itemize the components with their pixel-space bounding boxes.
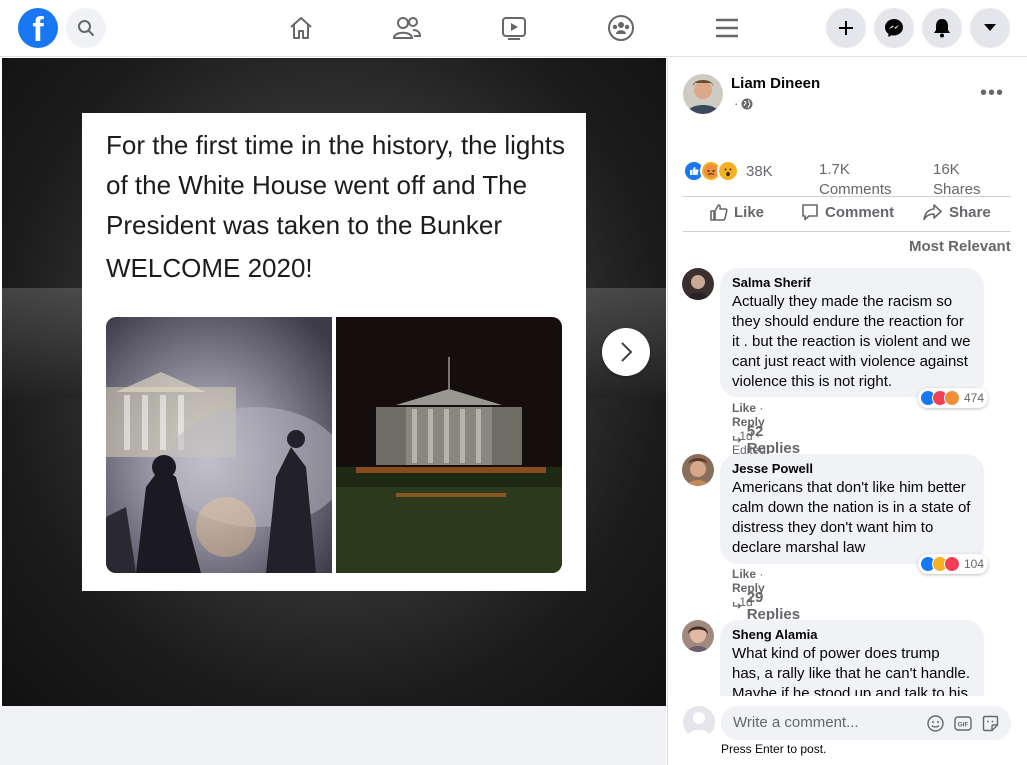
reply-arrow-icon [732,436,742,443]
avatar[interactable] [683,74,723,114]
nav-menu[interactable] [711,12,743,44]
post-image[interactable]: For the first time in the history, the l… [82,113,586,591]
nav-friends[interactable] [391,12,423,44]
commenter-name[interactable]: Sheng Alamia [732,627,972,642]
comment-bubble: Sheng Alamia What kind of power does tru… [720,620,984,696]
comment-item: Sheng Alamia What kind of power does tru… [682,620,1002,696]
comment-composer: Write a comment... GIF [683,706,1011,740]
messenger-button[interactable] [874,8,914,48]
home-icon [290,17,312,39]
thumbs-up-icon [710,204,728,221]
wow-reaction-icon [717,160,739,182]
account-dropdown-icon [984,24,996,31]
angry-reaction-icon [944,390,960,406]
reaction-count: 38K [746,162,773,180]
notifications-button[interactable] [922,8,962,48]
comment-placeholder: Write a comment... [733,714,859,731]
facebook-logo[interactable]: f [18,8,58,48]
image-welcome-text: WELCOME 2020! [106,253,313,283]
menu-icon [716,18,738,38]
more-options-icon[interactable]: ••• [980,82,1004,105]
search-button[interactable] [66,8,106,48]
comment-bubble: Jesse Powell Americans that don't like h… [720,454,984,564]
reaction-count: 104 [964,557,985,571]
comment-like-link[interactable]: Like [732,567,756,581]
comments-count[interactable]: 1.7K Comments [819,160,899,200]
post-meta-separator: · [734,96,739,111]
like-button[interactable]: Like [710,203,764,221]
white-house-smoke-photo [106,317,332,573]
viewer-footer [0,706,666,765]
commenter-name[interactable]: Jesse Powell [732,461,972,476]
nav-groups[interactable] [605,12,637,44]
next-photo-button[interactable] [602,328,650,376]
replies-label: 29 Replies [746,589,801,623]
watch-icon [502,17,526,40]
comment-bubble: Salma Sherif Actually they made the raci… [720,268,984,397]
comment-text: Americans that don't like him better cal… [732,479,971,556]
author-name[interactable]: Liam Dineen [731,75,820,92]
share-icon [923,204,942,221]
composer-hint: Press Enter to post. [721,742,827,756]
avatar [683,706,715,738]
create-button[interactable] [826,8,866,48]
comment-like-link[interactable]: Like [732,401,756,415]
view-replies-button[interactable]: 29 Replies [732,589,803,623]
comment-label: Comment [825,203,895,221]
search-icon [78,20,94,36]
reaction-summary[interactable]: 38K [683,160,773,182]
comment-sort-dropdown[interactable]: Most Relevant [909,238,1011,255]
post-meta: · [734,96,753,111]
comment-input[interactable]: Write a comment... GIF [721,706,1011,740]
comment-icon [802,204,818,221]
chevron-right-icon [621,342,633,362]
comment-text: What kind of power does trump has, a ral… [732,645,971,696]
composer-icons: GIF [927,715,999,732]
share-button[interactable]: Share [923,203,991,221]
account-button[interactable] [970,8,1010,48]
comment-reactions[interactable]: 104 [918,554,989,574]
gif-icon[interactable]: GIF [954,715,972,732]
post-actions: Like Comment Share [683,196,1011,232]
like-label: Like [734,203,765,221]
notifications-icon [934,19,950,38]
shares-count[interactable]: 16K Shares [933,160,993,200]
share-label: Share [949,203,991,221]
globe-icon [741,98,753,109]
nav-home[interactable] [285,12,317,44]
nav-watch[interactable] [498,12,530,44]
view-replies-button[interactable]: 52 Replies [732,423,803,457]
groups-icon [608,15,634,41]
avatar[interactable] [682,268,714,300]
top-navigation-bar: f [0,0,1027,57]
white-house-night-photo [336,317,562,573]
reaction-count: 474 [964,391,985,405]
comment-text: Actually they made the racism so they sh… [732,293,971,390]
replies-label: 52 Replies [746,423,801,457]
love-reaction-icon [944,556,960,572]
post-details-panel: Liam Dineen · ••• 38K 1.7K Comments 16K … [667,58,1027,765]
avatar[interactable] [682,620,714,652]
svg-text:GIF: GIF [958,722,969,729]
reply-arrow-icon [732,602,742,609]
avatar[interactable] [682,454,714,486]
emoji-icon[interactable] [927,715,944,732]
friends-icon [392,17,422,39]
messenger-icon [885,19,903,37]
comment-button[interactable]: Comment [801,203,894,221]
create-icon [839,21,853,35]
photo-viewer: For the first time in the history, the l… [2,58,666,706]
commenter-name[interactable]: Salma Sherif [732,275,972,290]
comment-reactions[interactable]: 474 [918,388,989,408]
sticker-icon[interactable] [982,715,999,732]
image-headline: For the first time in the history, the l… [106,130,566,240]
